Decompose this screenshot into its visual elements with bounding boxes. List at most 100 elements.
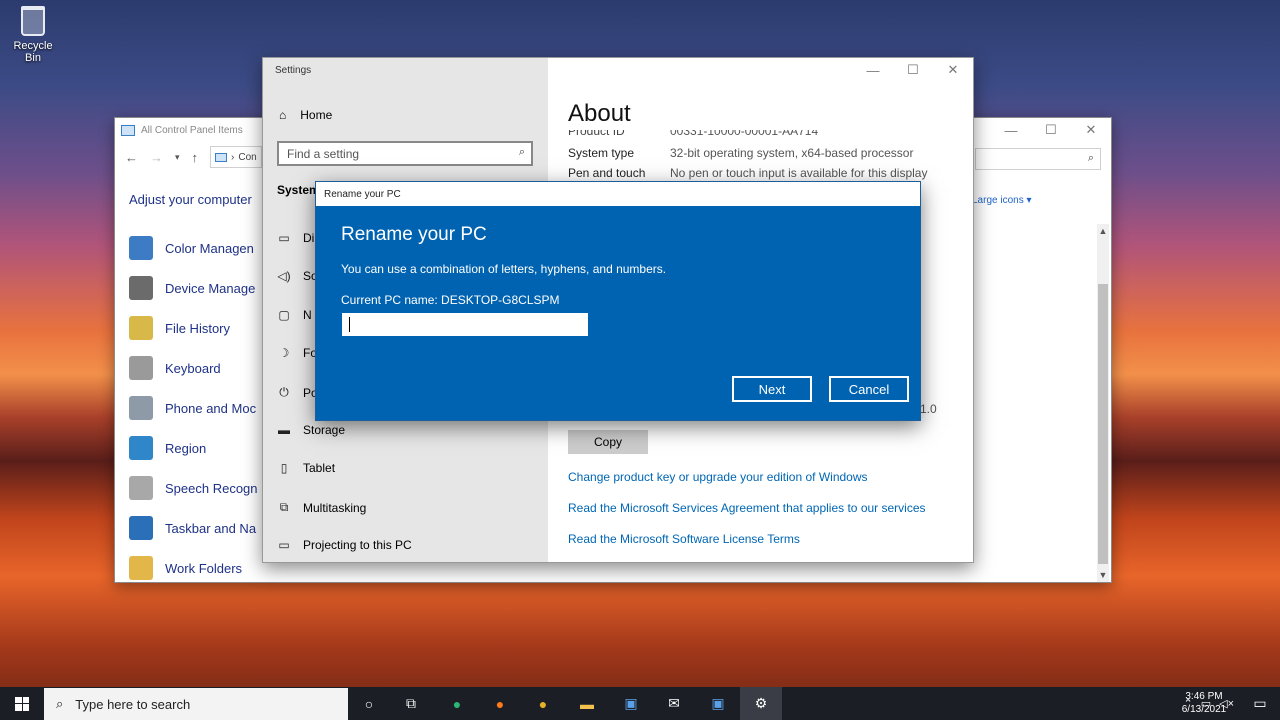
settings-nav-label: Multitasking (303, 500, 367, 515)
mail-icon[interactable]: ✉ (653, 687, 695, 720)
settings-nav-item[interactable]: ▢ N (277, 308, 311, 322)
link-change-product-key[interactable]: Change product key or upgrade your editi… (568, 470, 868, 484)
minimize-button[interactable]: — (853, 58, 893, 82)
control-panel-icon[interactable]: ▣ (697, 687, 739, 720)
control-panel-item-label: Color Managen (165, 240, 254, 256)
search-icon: ⌕ (56, 696, 64, 711)
notification-icon[interactable]: ▭ (1240, 687, 1280, 720)
back-arrow-icon[interactable]: ← (125, 150, 138, 165)
search-icon: ⌕ (1087, 152, 1094, 164)
control-panel-item-label: File History (165, 320, 231, 336)
store-icon[interactable]: ▣ (610, 687, 652, 720)
pen-touch-label: Pen and touch (568, 166, 646, 180)
settings-nav-item[interactable]: ▭ Di (277, 231, 314, 245)
control-panel-item-label: Region (165, 440, 207, 456)
settings-nav-label: Projecting to this PC (303, 538, 412, 552)
notifications-icon: ▢ (278, 308, 290, 322)
find-setting-input[interactable]: Find a setting ⌕ (277, 141, 533, 166)
device-manager-icon (129, 276, 153, 300)
control-panel-item[interactable]: Region (129, 428, 258, 468)
start-button[interactable] (0, 687, 44, 720)
control-panel-item[interactable]: Device Manage (129, 268, 258, 308)
cancel-button[interactable]: Cancel (829, 376, 909, 402)
settings-nav-item[interactable]: ☽ Fo (277, 346, 317, 360)
control-panel-item-label: Work Folders (165, 560, 243, 576)
control-panel-item[interactable]: Taskbar and Na (129, 508, 258, 548)
address-bar[interactable]: › Con (210, 146, 263, 168)
close-button[interactable]: ✕ (933, 58, 973, 82)
pen-touch-value: No pen or touch input is available for t… (670, 166, 928, 180)
view-by-dropdown[interactable]: Large icons ▾ (972, 195, 1032, 206)
control-panel-item-label: Phone and Moc (165, 400, 257, 416)
up-arrow-icon[interactable]: ↑ (192, 150, 199, 165)
control-panel-item[interactable]: Work Folders (129, 548, 258, 582)
windows-logo-icon (15, 696, 29, 711)
tablet-icon: ▯ (280, 461, 288, 475)
chevron-down-icon: ▾ (1026, 195, 1032, 206)
settings-nav-label: Tablet (303, 461, 336, 475)
scroll-down-icon[interactable]: ▼ (1097, 570, 1109, 580)
task-view-icon[interactable]: ⧉ (390, 687, 432, 720)
forward-arrow-icon[interactable]: → (150, 150, 163, 165)
partial-value: 1.0 (920, 402, 937, 416)
taskbar: ⌕ Type here to search ○ ⧉ ● ● ● ▬ ▣ ✉ ▣ ⚙ ⌃ ▭ ◁× … (0, 687, 1280, 720)
recycle-bin[interactable]: Recycle Bin (4, 6, 62, 64)
link-license-terms[interactable]: Read the Microsoft Software License Term… (568, 532, 800, 546)
sound-icon: ◁) (277, 269, 291, 283)
edge-icon[interactable]: ● (436, 687, 478, 720)
dialog-body: Rename your PC You can use a combination… (316, 206, 920, 420)
clock[interactable]: 3:46 PM 6/13/2021 (1176, 690, 1232, 716)
settings-nav-item[interactable]: ⏻ Po (277, 385, 317, 400)
pc-name-input[interactable] (342, 313, 588, 336)
projecting-icon: ▭ (278, 538, 290, 552)
cortana-icon[interactable]: ○ (348, 687, 390, 720)
firefox-icon[interactable]: ● (479, 687, 521, 720)
home-nav[interactable]: ⌂ Home (279, 108, 332, 122)
taskbar-icon (129, 516, 153, 540)
page-title: About (568, 100, 631, 127)
file-explorer-icon[interactable]: ▬ (566, 687, 608, 720)
recent-chevron-icon[interactable]: ▾ (175, 152, 180, 163)
clock-date: 6/13/2021 (1181, 704, 1227, 715)
maximize-button[interactable]: ☐ (1031, 118, 1071, 142)
scrollbar-thumb[interactable] (1098, 284, 1108, 564)
next-button[interactable]: Next (732, 376, 812, 402)
control-panel-item[interactable]: Phone and Moc (129, 388, 258, 428)
control-panel-title: All Control Panel Items (141, 124, 243, 136)
settings-icon[interactable]: ⚙ (740, 687, 782, 720)
copy-button[interactable]: Copy (568, 430, 648, 454)
settings-nav-item[interactable]: ▬ Storage (277, 423, 345, 437)
link-services-agreement[interactable]: Read the Microsoft Services Agreement th… (568, 501, 926, 515)
microphone-icon (129, 476, 153, 500)
dialog-titlebar: Rename your PC (316, 182, 920, 206)
control-panel-item[interactable]: File History (129, 308, 258, 348)
recycle-bin-label: Recycle Bin (13, 40, 53, 64)
multitasking-icon: ⧉ (279, 500, 289, 514)
settings-nav-item[interactable]: ▯ Tablet (277, 461, 335, 475)
settings-nav-item[interactable]: ◁) So (277, 269, 317, 283)
settings-nav-item[interactable]: ▭ Projecting to this PC (277, 538, 412, 552)
control-panel-search[interactable]: ⌕ (975, 148, 1101, 170)
address-panel-icon (215, 152, 228, 162)
display-icon: ▭ (278, 231, 290, 245)
minimize-button[interactable]: — (991, 118, 1031, 142)
control-panel-item[interactable]: Color Managen (129, 228, 258, 268)
control-panel-item-label: Device Manage (165, 280, 256, 296)
chrome-icon[interactable]: ● (522, 687, 564, 720)
product-id-value: 00331-10000-00001-AA714 (670, 124, 819, 138)
taskbar-search[interactable]: ⌕ Type here to search (44, 688, 348, 720)
scrollbar[interactable]: ▲ ▼ (1097, 224, 1109, 582)
control-panel-item-label: Taskbar and Na (165, 520, 257, 536)
control-panel-item[interactable]: Keyboard (129, 348, 258, 388)
control-panel-items: Color Managen Device Manage File History Ke… (129, 228, 258, 582)
control-panel-item[interactable]: Speech Recogn (129, 468, 258, 508)
close-button[interactable]: ✕ (1071, 118, 1111, 142)
settings-nav-item[interactable]: ⧉ Multitasking (277, 500, 367, 515)
home-label: Home (300, 108, 333, 122)
scroll-up-icon[interactable]: ▲ (1097, 226, 1109, 236)
dialog-heading: Rename your PC (341, 224, 487, 245)
settings-nav-label: Di (303, 231, 315, 245)
maximize-button[interactable]: ☐ (893, 58, 933, 82)
taskbar-search-placeholder: Type here to search (75, 696, 191, 712)
dialog-description: You can use a combination of letters, hy… (341, 262, 667, 276)
